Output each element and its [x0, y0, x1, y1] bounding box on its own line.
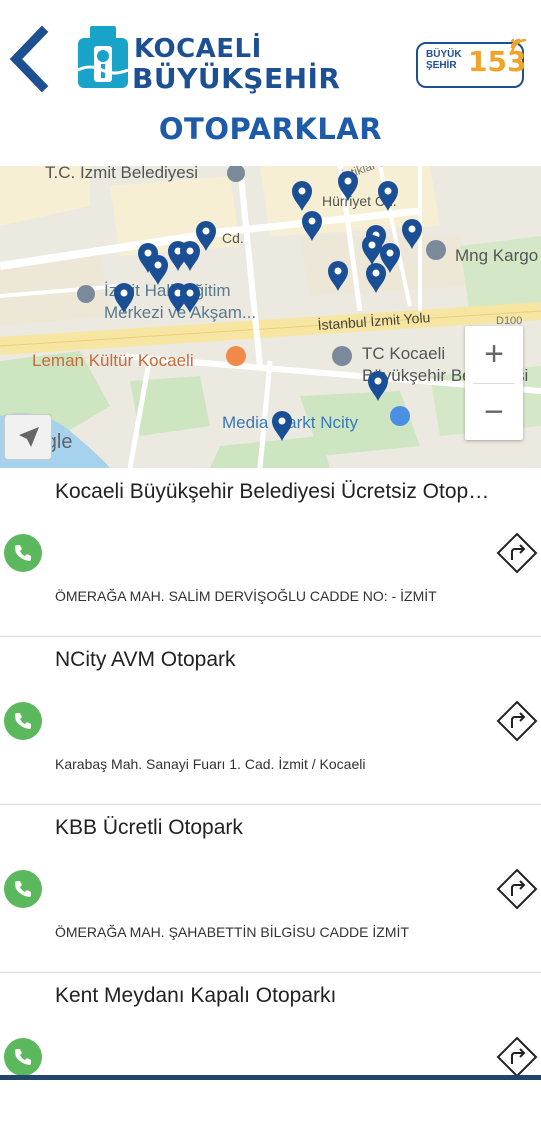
zoom-out-button[interactable]: −	[465, 384, 523, 440]
back-button[interactable]	[6, 25, 50, 93]
directions-button[interactable]	[496, 700, 538, 742]
call-button[interactable]	[4, 534, 42, 572]
signal-waves-icon	[510, 38, 527, 55]
map-label-tc-kocaeli: TC Kocaeli	[362, 344, 445, 363]
parking-address: Karabaş Mah. Sanayi Fuarı 1. Cad. İzmit …	[55, 756, 366, 772]
parking-pin-dot	[186, 247, 194, 255]
parking-pin-dot	[408, 225, 416, 233]
call-button[interactable]	[4, 870, 42, 908]
directions-icon	[496, 532, 538, 574]
map-label-municipality: T.C. İzmit Belediyesi	[45, 166, 198, 182]
parking-pin-dot	[298, 187, 306, 195]
logo-line-1: KOCAELİ	[134, 34, 262, 64]
cargo-poi-icon[interactable]	[426, 240, 446, 260]
map-label-mng: Mng Kargo	[455, 246, 538, 265]
culture-poi-icon[interactable]	[226, 346, 246, 366]
parking-pin-dot	[374, 377, 382, 385]
parking-pin-dot	[372, 269, 380, 277]
parking-pin-dot	[202, 227, 210, 235]
page-title: OTOPARKLAR	[158, 112, 383, 146]
parking-address: ÖMERAĞA MAH. SALİM DERVİŞOĞLU CADDE NO: …	[55, 588, 437, 604]
phone-icon	[15, 545, 31, 561]
education-poi-icon[interactable]	[77, 285, 95, 303]
directions-button[interactable]	[496, 532, 538, 574]
navigation-arrow-icon	[19, 427, 39, 447]
parking-pin-dot	[144, 249, 152, 257]
directions-button[interactable]	[496, 868, 538, 910]
parking-name[interactable]: NCity AVM Otopark	[55, 648, 495, 672]
bottom-bar	[0, 1075, 541, 1080]
map-canvas[interactable]: T.C. İzmit Belediyesi Cd. Hürriyet Cd. İ…	[0, 166, 541, 468]
list-item[interactable]: KBB Ücretli Otopark ÖMERAĞA MAH. ŞAHABET…	[0, 804, 541, 973]
badge-small-text: BÜYÜK ŞEHİR	[426, 49, 462, 71]
clocktower-logo-icon	[77, 26, 129, 88]
my-location-button[interactable]	[4, 414, 52, 460]
badge-small-line-2: ŞEHİR	[426, 60, 457, 71]
zoom-in-button[interactable]: +	[465, 326, 523, 382]
parking-pin-dot	[278, 417, 286, 425]
parking-pin-dot	[334, 267, 342, 275]
list-item[interactable]: Kent Meydanı Kapalı Otoparkı	[0, 972, 541, 1140]
parking-name[interactable]: KBB Ücretli Otopark	[55, 816, 495, 840]
directions-icon	[496, 868, 538, 910]
map-label-street1: Cd.	[222, 230, 244, 246]
directions-icon	[496, 1036, 538, 1078]
directions-icon	[496, 700, 538, 742]
parking-pin-dot	[120, 289, 128, 297]
app-header: KOCAELİ BÜYÜKŞEHİR BÜYÜK ŞEHİR 153	[0, 0, 541, 112]
hotline-153-badge[interactable]: BÜYÜK ŞEHİR 153	[414, 34, 534, 90]
parking-address: ÖMERAĞA MAH. ŞAHABETTİN BİLGİSU CADDE İZ…	[55, 924, 409, 940]
call-button[interactable]	[4, 702, 42, 740]
parking-pin-dot	[368, 241, 376, 249]
badge-small-line-1: BÜYÜK	[426, 49, 462, 60]
government-poi-icon[interactable]	[332, 346, 352, 366]
parking-map[interactable]: T.C. İzmit Belediyesi Cd. Hürriyet Cd. İ…	[0, 166, 541, 468]
parking-pin-dot	[344, 177, 352, 185]
kocaeli-logo: KOCAELİ BÜYÜKŞEHİR	[76, 22, 396, 98]
phone-icon	[15, 713, 31, 729]
call-button[interactable]	[4, 1038, 42, 1076]
map-label-culture: Leman Kültür Kocaeli	[32, 351, 194, 370]
logo-line-2: BÜYÜKŞEHİR	[132, 62, 341, 95]
parking-pin-dot	[384, 187, 392, 195]
list-item[interactable]: NCity AVM Otopark Karabaş Mah. Sanayi Fu…	[0, 636, 541, 805]
directions-button[interactable]	[496, 1036, 538, 1078]
parking-name[interactable]: Kocaeli Büyükşehir Belediyesi Ücretsiz O…	[55, 480, 495, 504]
parking-name[interactable]: Kent Meydanı Kapalı Otoparkı	[55, 984, 495, 1008]
parking-pin-dot	[186, 289, 194, 297]
shopping-poi-icon[interactable]	[390, 406, 410, 426]
phone-icon	[15, 881, 31, 897]
parking-pin-dot	[386, 249, 394, 257]
list-item[interactable]: Kocaeli Büyükşehir Belediyesi Ücretsiz O…	[0, 468, 541, 637]
zoom-controls: + −	[465, 326, 523, 440]
chevron-left-icon	[9, 25, 49, 93]
parking-pin-dot	[308, 217, 316, 225]
phone-icon	[15, 1049, 31, 1065]
parking-pin-dot	[154, 261, 162, 269]
